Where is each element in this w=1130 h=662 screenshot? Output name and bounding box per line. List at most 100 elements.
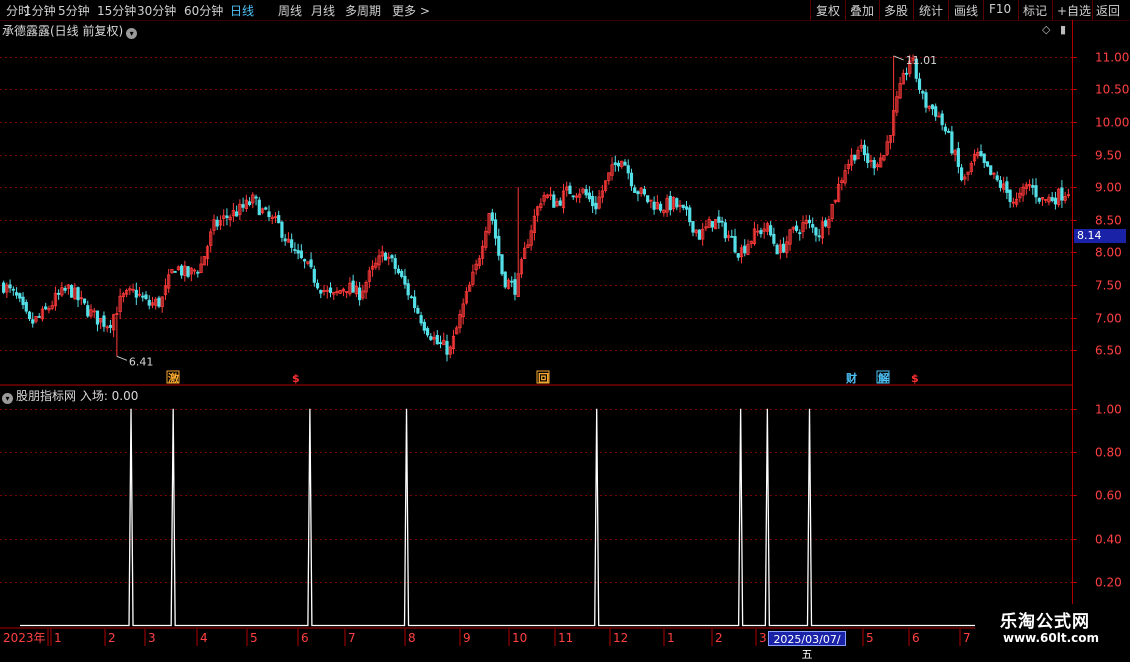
candle-body <box>173 271 177 273</box>
candle-body <box>956 148 960 167</box>
month-label: 10 <box>512 631 527 645</box>
diamond-icon[interactable]: ◇ <box>1042 23 1050 36</box>
candle-body <box>63 288 67 291</box>
sub-tick-label: 0.80 <box>1095 446 1122 460</box>
candle-body <box>591 196 595 207</box>
month-label: 1 <box>667 631 675 645</box>
candle-body <box>943 126 948 132</box>
candle-body <box>717 216 721 223</box>
month-label: 5 <box>866 631 874 645</box>
chevron-down-icon[interactable]: ▾ <box>126 28 138 39</box>
watermark-url: www.60lt.com <box>1003 631 1100 645</box>
panel-toggle-icon[interactable]: ▮ <box>1060 23 1066 36</box>
main-tick-label: 9.50 <box>1095 149 1122 163</box>
candle-body <box>490 212 494 221</box>
candle-body <box>296 250 300 254</box>
candle-body <box>82 298 87 304</box>
candle-body <box>798 232 802 235</box>
event-marker: 解 <box>878 371 889 385</box>
candle-body <box>383 252 388 261</box>
candle-body <box>558 200 562 206</box>
candle-body <box>794 225 799 231</box>
stock-chart[interactable]: 6.507.007.508.008.509.009.5010.0010.5011… <box>0 0 1130 650</box>
main-tick-label: 10.50 <box>1095 83 1129 97</box>
month-label: 12 <box>613 631 628 645</box>
candle-body <box>772 233 776 244</box>
candle-body <box>947 130 951 133</box>
candle-body <box>950 131 954 154</box>
candle-body <box>108 325 113 328</box>
candle-body <box>400 270 404 277</box>
candle-body <box>419 315 423 324</box>
main-tick-label: 9.00 <box>1095 181 1122 195</box>
candle-body <box>730 236 734 238</box>
candle-body <box>781 243 786 253</box>
axes <box>0 20 1130 646</box>
chevron-down-icon[interactable]: ▾ <box>2 393 13 404</box>
candle-body <box>37 316 41 318</box>
candle-body <box>280 221 284 238</box>
candle-body <box>8 284 12 289</box>
candle-body <box>21 296 25 305</box>
low-label: 6.41 <box>129 355 154 368</box>
candle-body <box>241 204 245 208</box>
candle-body <box>934 106 938 117</box>
main-tick-label: 7.50 <box>1095 279 1122 293</box>
candle-body <box>319 289 323 294</box>
candle-body <box>584 189 588 196</box>
candle-body <box>438 342 443 345</box>
candle-body <box>302 259 307 262</box>
sub-tick-label: 0.20 <box>1095 576 1122 590</box>
main-tick-label: 10.00 <box>1095 116 1129 130</box>
candle-body <box>2 282 6 293</box>
candle-body <box>642 188 647 195</box>
candle-body <box>681 204 685 209</box>
month-label: 2 <box>108 631 116 645</box>
candle-body <box>571 195 575 198</box>
event-marker: 回 <box>538 371 549 385</box>
cursor-date-label: 2025/03/07/五 <box>768 631 846 661</box>
candle-body <box>235 211 239 217</box>
candle-body <box>180 265 184 276</box>
candle-body <box>416 307 420 314</box>
month-label: 3 <box>148 631 156 645</box>
candle-body <box>817 235 821 238</box>
candle-body <box>979 151 983 157</box>
candle-body <box>697 229 702 240</box>
main-tick-label: 8.00 <box>1095 246 1122 260</box>
candle-body <box>684 206 689 210</box>
candle-body <box>406 283 410 296</box>
candle-body <box>27 311 32 320</box>
candle-body <box>86 305 90 317</box>
candle-body <box>215 219 219 227</box>
candle-body <box>710 221 714 228</box>
candle-body <box>866 153 870 163</box>
sub-tick-label: 0.40 <box>1095 533 1122 547</box>
candle-body <box>743 245 747 254</box>
candle-body <box>186 266 190 277</box>
candle-body <box>225 215 229 218</box>
month-label: 7 <box>963 631 971 645</box>
candle-body <box>500 254 504 275</box>
candle-body <box>824 220 828 227</box>
stock-title: 承德露露(日线 前复权) <box>2 24 124 38</box>
candle-body <box>688 207 692 223</box>
candle-body <box>769 225 773 236</box>
candle-body <box>147 299 151 306</box>
candle-body <box>930 104 935 110</box>
candle-body <box>283 238 287 242</box>
candle-body <box>290 239 294 248</box>
high-label: 11.01 <box>906 54 938 67</box>
candle-body <box>18 293 22 299</box>
candle-body <box>1031 185 1035 188</box>
low-pointer <box>116 355 128 361</box>
candle-body <box>652 201 656 210</box>
candlestick-series <box>2 54 1070 362</box>
candle-body <box>254 196 258 199</box>
candle-body <box>959 167 964 181</box>
candle-body <box>998 180 1003 188</box>
entry-signal-series <box>20 408 978 627</box>
candle-body <box>613 162 617 165</box>
month-label: 8 <box>408 631 416 645</box>
month-label: 9 <box>463 631 471 645</box>
